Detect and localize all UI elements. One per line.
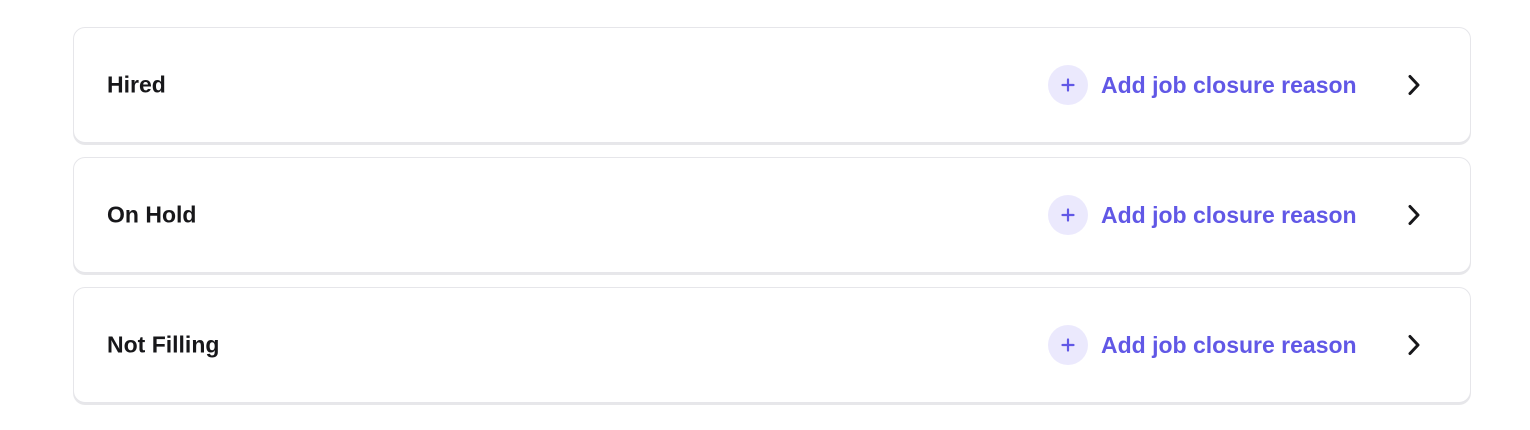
chevron-right-icon[interactable] xyxy=(1401,202,1427,228)
add-job-closure-reason-label: Add job closure reason xyxy=(1101,201,1357,228)
add-job-closure-reason-button[interactable]: Add job closure reason xyxy=(1048,195,1357,235)
plus-icon xyxy=(1048,195,1088,235)
status-title: On Hold xyxy=(107,201,197,228)
closure-status-list: Hired Add job closure reason On Hold Add… xyxy=(73,27,1471,417)
add-job-closure-reason-button[interactable]: Add job closure reason xyxy=(1048,65,1357,105)
add-job-closure-reason-label: Add job closure reason xyxy=(1101,331,1357,358)
closure-status-card-hired[interactable]: Hired Add job closure reason xyxy=(73,27,1471,143)
add-job-closure-reason-button[interactable]: Add job closure reason xyxy=(1048,325,1357,365)
plus-icon xyxy=(1048,65,1088,105)
closure-status-card-not-filling[interactable]: Not Filling Add job closure reason xyxy=(73,287,1471,403)
status-title: Not Filling xyxy=(107,331,220,358)
closure-status-card-on-hold[interactable]: On Hold Add job closure reason xyxy=(73,157,1471,273)
chevron-right-icon[interactable] xyxy=(1401,72,1427,98)
plus-icon xyxy=(1048,325,1088,365)
status-title: Hired xyxy=(107,71,166,98)
chevron-right-icon[interactable] xyxy=(1401,332,1427,358)
add-job-closure-reason-label: Add job closure reason xyxy=(1101,71,1357,98)
